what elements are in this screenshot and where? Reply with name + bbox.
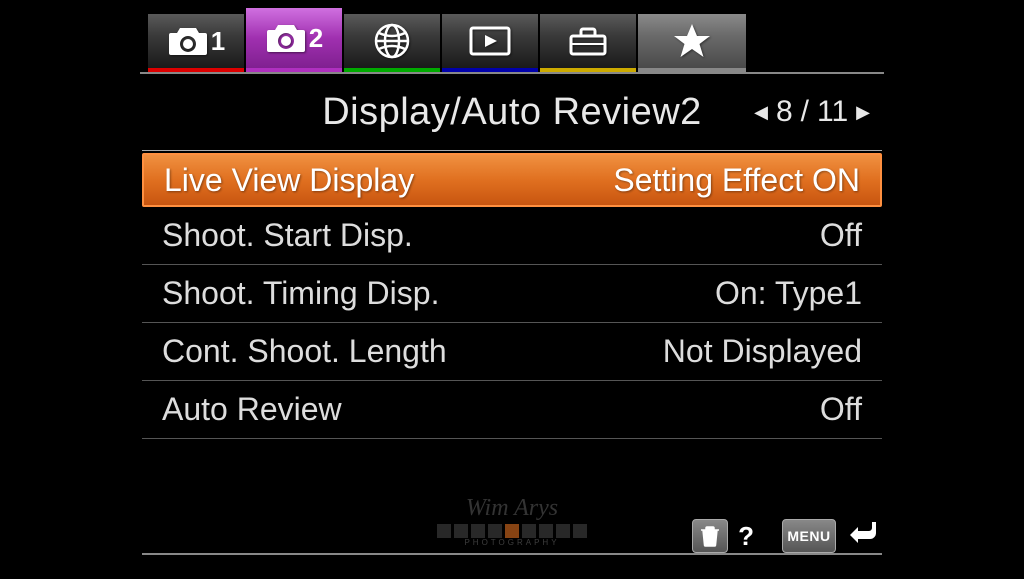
tab-camera1[interactable]: 1: [148, 14, 244, 72]
menu-label: Live View Display: [164, 162, 414, 199]
menu-value: Off: [820, 391, 862, 428]
page-indicator: ◀ 8/11 ▶: [754, 95, 870, 129]
page-header: Display/Auto Review2 ◀ 8/11 ▶: [0, 74, 1024, 150]
menu-item-cont-shoot-length[interactable]: Cont. Shoot. Length Not Displayed: [142, 323, 882, 381]
page-title: Display/Auto Review2: [322, 91, 702, 134]
tab-network[interactable]: [344, 14, 440, 72]
menu-item-shoot-start-disp[interactable]: Shoot. Start Disp. Off: [142, 207, 882, 265]
page-prev-icon[interactable]: ◀: [754, 102, 768, 123]
menu-value: On: Type1: [715, 275, 862, 312]
menu-button[interactable]: MENU: [782, 519, 836, 553]
tab-camera1-num: 1: [211, 26, 225, 57]
menu-label: Shoot. Timing Disp.: [162, 275, 439, 312]
tab-favorites[interactable]: [638, 14, 746, 72]
tab-playback[interactable]: [442, 14, 538, 72]
page-current: 8: [776, 95, 793, 129]
tab-bar: 1 2: [0, 6, 1024, 72]
delete-button[interactable]: [692, 519, 728, 553]
tab-setup[interactable]: [540, 14, 636, 72]
menu-value: Not Displayed: [663, 333, 862, 370]
back-icon[interactable]: [850, 519, 880, 553]
menu-item-live-view-display[interactable]: Live View Display Setting Effect ON: [142, 153, 882, 207]
menu-label: Cont. Shoot. Length: [162, 333, 447, 370]
playback-icon: [468, 25, 512, 57]
tab-camera2-num: 2: [309, 23, 323, 54]
menu-label: Auto Review: [162, 391, 342, 428]
footer-divider: [142, 553, 882, 555]
toolbox-icon: [567, 24, 609, 58]
menu-list: Live View Display Setting Effect ON Shoo…: [142, 153, 882, 439]
footer-buttons: ? MENU: [692, 519, 880, 553]
menu-value: Off: [820, 217, 862, 254]
trash-icon: [701, 525, 719, 547]
page-next-icon[interactable]: ▶: [856, 102, 870, 123]
menu-label: Shoot. Start Disp.: [162, 217, 413, 254]
menu-item-auto-review[interactable]: Auto Review Off: [142, 381, 882, 439]
watermark: Wim Arys PHOTOGRAPHY: [437, 495, 587, 547]
page-total: 11: [817, 95, 848, 129]
camera-icon: [167, 25, 209, 57]
globe-icon: [372, 21, 412, 61]
star-icon: [672, 21, 712, 61]
help-button[interactable]: ?: [738, 521, 754, 552]
menu-value: Setting Effect ON: [613, 162, 860, 199]
menu-item-shoot-timing-disp[interactable]: Shoot. Timing Disp. On: Type1: [142, 265, 882, 323]
camera-icon: [265, 22, 307, 54]
header-divider: [142, 150, 882, 151]
tab-camera2[interactable]: 2: [246, 8, 342, 72]
